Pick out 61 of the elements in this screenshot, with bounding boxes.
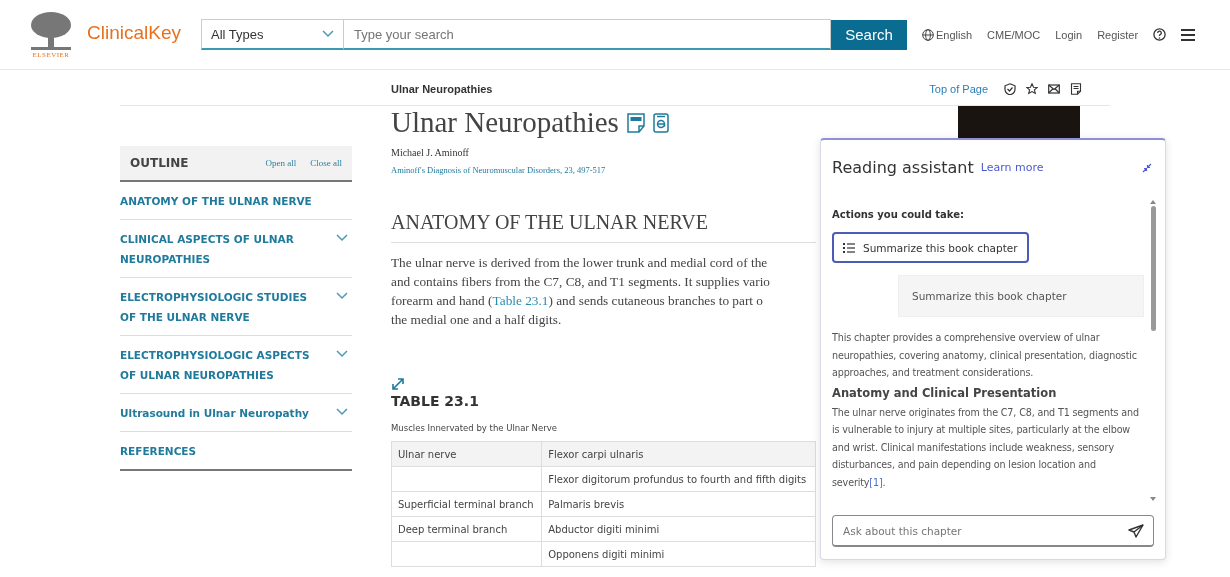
learn-more-link[interactable]: Learn more (980, 161, 1044, 174)
table-cell: Opponens digiti minimi (541, 541, 816, 567)
search-button[interactable]: Search (831, 19, 907, 50)
summarize-button[interactable]: Summarize this book chapter (832, 232, 1029, 263)
tree-logo-icon (29, 10, 73, 51)
open-all-link[interactable]: Open all (265, 158, 297, 168)
document-icon[interactable] (1070, 83, 1082, 95)
top-of-page-link[interactable]: Top of Page (929, 83, 988, 95)
scroll-down-icon (1150, 497, 1156, 501)
table-cell: Palmaris brevis (541, 491, 816, 517)
outline-item[interactable]: ELECTROPHYSIOLOGIC STUDIES OF THE ULNAR NERVE (120, 278, 352, 336)
menu-icon[interactable] (1181, 28, 1196, 41)
epub-icon[interactable] (652, 112, 669, 133)
outline-item[interactable]: ANATOMY OF THE ULNAR NERVE (120, 182, 352, 220)
author-name: Michael J. Aminoff (391, 147, 470, 158)
breadcrumb: Ulnar Neuropathies (391, 83, 493, 95)
table-header-cell: Ulnar nerve (391, 441, 542, 467)
section-heading: ANATOMY OF THE ULNAR NERVE (391, 211, 816, 243)
pdf-file-icon[interactable] (626, 112, 645, 133)
table-cell: Superficial terminal branch (391, 491, 542, 517)
outline-item[interactable]: CLINICAL ASPECTS OF ULNAR NEUROPATHIES (120, 220, 352, 278)
response-heading: Anatomy and Clinical Presentation (832, 384, 1058, 402)
response-text: The ulnar nerve originates from the C7, C8, and T1 segments and is vulnerable to injury at multiple sites, particularly at the elbow and wrist. Clinical manifestations include weakness, sensory disturbances, and pain depending on lesion location and severity[1]. (832, 405, 1140, 490)
table-title: TABLE 23.1 (391, 393, 480, 409)
help-icon[interactable] (1153, 28, 1167, 41)
article-title: Ulnar Neuropathies (391, 106, 619, 139)
search-field[interactable]: Type your search (344, 19, 831, 50)
expand-arrows-icon[interactable] (391, 377, 405, 391)
actions-label: Actions you could take: (832, 209, 965, 220)
outline-title: OUTLINE (130, 156, 189, 170)
outline-item[interactable]: ELECTROPHYSIOLOGIC ASPECTS OF ULNAR NEUROPATHIES (120, 336, 352, 394)
table-link[interactable]: Table 23.1 (492, 293, 549, 308)
chat-input-field[interactable]: Ask about this chapter (832, 515, 1154, 547)
language-link[interactable]: English (922, 28, 973, 41)
globe-icon (922, 28, 934, 41)
envelope-icon[interactable] (1048, 83, 1060, 95)
panel-title: Reading assistant (832, 158, 974, 177)
shield-check-icon[interactable] (1004, 83, 1016, 95)
source-link[interactable]: Aminoff's Diagnosis of Neuromuscular Disorders, 23, 497-517 (391, 165, 606, 175)
response-text: This chapter provides a comprehensive overview of ulnar neuropathies, covering anatomy, clinical presentation, diagnostic approaches, and treatment considerations. (832, 331, 1138, 380)
star-icon[interactable] (1026, 83, 1038, 95)
table-cell: Abductor digiti minimi (541, 516, 816, 542)
user-message: Summarize this book chapter (898, 275, 1144, 317)
nav-link[interactable]: Login (1055, 28, 1083, 41)
body-paragraph: The ulnar nerve is derived from the lower trunk and medial cord of the and contains fibers from the C7, C8, and T1 segments. It supplies vario forearm and hand (Table 23.1) and sends cutaneous branches to part o the medial one and a half digits. (391, 254, 772, 329)
outline-item[interactable]: Ultrasound in Ulnar Neuropathy (120, 394, 352, 432)
outline-item[interactable]: REFERENCES (120, 432, 352, 471)
table-cell: Flexor digitorum profundus to fourth and fifth digits (541, 466, 816, 492)
scroll-up-icon (1150, 200, 1156, 204)
nav-link[interactable]: CME/MOC (987, 28, 1041, 41)
nav-link[interactable]: Register (1097, 28, 1139, 41)
chevron-down-icon (322, 30, 334, 38)
list-icon (843, 242, 855, 253)
send-icon[interactable] (1128, 524, 1144, 538)
table-caption: Muscles Innervated by the Ulnar Nerve (391, 423, 558, 433)
site-logo[interactable]: ClinicalKey (87, 22, 181, 44)
collapse-arrows-icon[interactable] (1142, 162, 1152, 173)
table-cell: Deep terminal branch (391, 516, 542, 542)
close-all-link[interactable]: Close all (310, 158, 342, 168)
table-header-cell: Flexor carpi ulnaris (541, 441, 816, 467)
type-dropdown[interactable]: All Types (201, 19, 344, 50)
